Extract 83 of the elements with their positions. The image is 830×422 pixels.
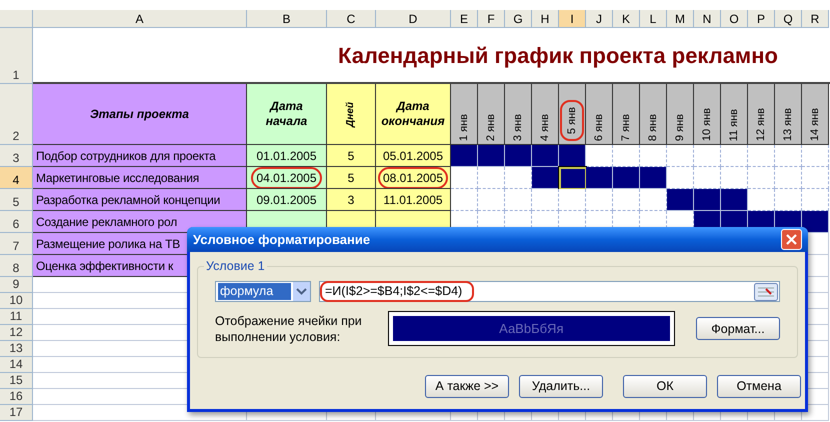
row-header[interactable]: 15 xyxy=(0,373,33,389)
date-heading: 3 янв xyxy=(512,114,524,141)
date-heading: 6 янв xyxy=(593,114,605,141)
row-header[interactable]: 13 xyxy=(0,341,33,357)
preview-label: Отображение ячейки при выполнении условия: xyxy=(215,312,363,344)
ok-button[interactable]: ОК xyxy=(623,375,707,398)
column-header[interactable]: D xyxy=(376,10,451,28)
row-header[interactable]: 1 xyxy=(0,28,33,84)
more-button[interactable]: А также >> xyxy=(425,375,509,398)
start-date: 09.01.2005 xyxy=(256,192,317,208)
column-header[interactable]: G xyxy=(505,10,532,28)
task-name: Оценка эффективности к xyxy=(36,258,174,274)
cancel-button[interactable]: Отмена xyxy=(717,375,801,398)
row-header[interactable]: 7 xyxy=(0,233,33,255)
date-heading: 14 янв xyxy=(809,108,821,141)
column-header[interactable]: N xyxy=(694,10,721,28)
row-header[interactable]: 8 xyxy=(0,255,33,277)
sheet-title: Календарный график проекта рекламно xyxy=(338,42,778,70)
end-date: 11.01.2005 xyxy=(383,192,443,208)
row-header[interactable]: 11 xyxy=(0,309,33,325)
collapse-dialog-icon xyxy=(754,282,778,300)
row-header[interactable]: 4 xyxy=(0,167,33,189)
formula-text: =И(I$2>=$B4;I$2<=$D4) xyxy=(325,283,462,300)
row-header[interactable]: 14 xyxy=(0,357,33,373)
row-header[interactable]: 5 xyxy=(0,189,33,211)
task-name: Разработка рекламной концепции xyxy=(36,192,220,208)
date-heading: 13 янв xyxy=(782,108,794,141)
column-header[interactable]: C xyxy=(327,10,376,28)
column-header[interactable]: B xyxy=(247,10,327,28)
column-header[interactable]: F xyxy=(478,10,505,28)
task-name: Создание рекламного рол xyxy=(36,214,178,230)
column-header[interactable]: A xyxy=(33,10,247,28)
column-header[interactable]: J xyxy=(586,10,613,28)
column-header[interactable]: K xyxy=(613,10,640,28)
column-header[interactable]: E xyxy=(451,10,478,28)
date-heading: 8 янв xyxy=(647,114,659,141)
date-heading: 11 янв xyxy=(728,108,740,141)
row-header[interactable]: 3 xyxy=(0,145,33,167)
date-heading: 5 янв xyxy=(566,106,578,134)
column-header[interactable]: P xyxy=(748,10,775,28)
date-heading: 2 янв xyxy=(485,114,497,141)
condition-type-dropdown[interactable]: формула xyxy=(215,281,311,302)
date-heading: 4 янв xyxy=(539,114,551,141)
column-heading: Дней xyxy=(345,102,357,126)
column-heading: Этапы проекта xyxy=(90,106,189,122)
row-header[interactable]: 12 xyxy=(0,325,33,341)
close-button[interactable] xyxy=(781,229,802,250)
task-name: Подбор сотрудников для проекта xyxy=(36,148,216,164)
column-header[interactable]: R xyxy=(802,10,829,28)
column-header[interactable]: Q xyxy=(775,10,802,28)
duration-value: 5 xyxy=(348,148,354,164)
duration-value: 3 xyxy=(348,192,354,208)
start-date: 04.01.2005 xyxy=(256,170,317,186)
date-heading: 10 янв xyxy=(701,108,713,141)
date-heading: 9 янв xyxy=(674,114,686,141)
row-header[interactable]: 16 xyxy=(0,389,33,405)
format-button[interactable]: Формат... xyxy=(696,317,780,340)
row-header[interactable]: 10 xyxy=(0,293,33,309)
row-header[interactable]: 17 xyxy=(0,405,33,421)
end-date: 05.01.2005 xyxy=(382,148,444,164)
preview-sample-text: АаBbБбЯя xyxy=(499,320,564,338)
date-heading: 1 янв xyxy=(458,114,470,141)
task-name: Маркетинговые исследования xyxy=(36,170,200,186)
close-icon xyxy=(786,234,797,245)
column-header[interactable]: I xyxy=(559,10,586,28)
end-date: 08.01.2005 xyxy=(382,170,444,186)
formula-field[interactable]: =И(I$2>=$B4;I$2<=$D4) xyxy=(319,281,780,302)
row-header[interactable]: 9 xyxy=(0,277,33,293)
column-header[interactable]: H xyxy=(532,10,559,28)
column-header[interactable]: O xyxy=(721,10,748,28)
date-heading: 12 янв xyxy=(755,108,767,141)
column-header[interactable]: M xyxy=(667,10,694,28)
duration-value: 5 xyxy=(348,170,354,186)
row-header[interactable]: 2 xyxy=(0,84,33,145)
row-header[interactable]: 6 xyxy=(0,211,33,233)
column-header[interactable]: L xyxy=(640,10,667,28)
dialog-title: Условное форматирование xyxy=(193,230,370,249)
delete-button[interactable]: Удалить... xyxy=(519,375,603,398)
date-heading: 7 янв xyxy=(620,114,632,141)
start-date: 01.01.2005 xyxy=(256,148,317,164)
column-heading: Дата начала xyxy=(264,99,308,129)
column-heading: Дата окончания xyxy=(380,99,446,129)
task-name: Размещение ролика на ТВ xyxy=(36,236,180,252)
